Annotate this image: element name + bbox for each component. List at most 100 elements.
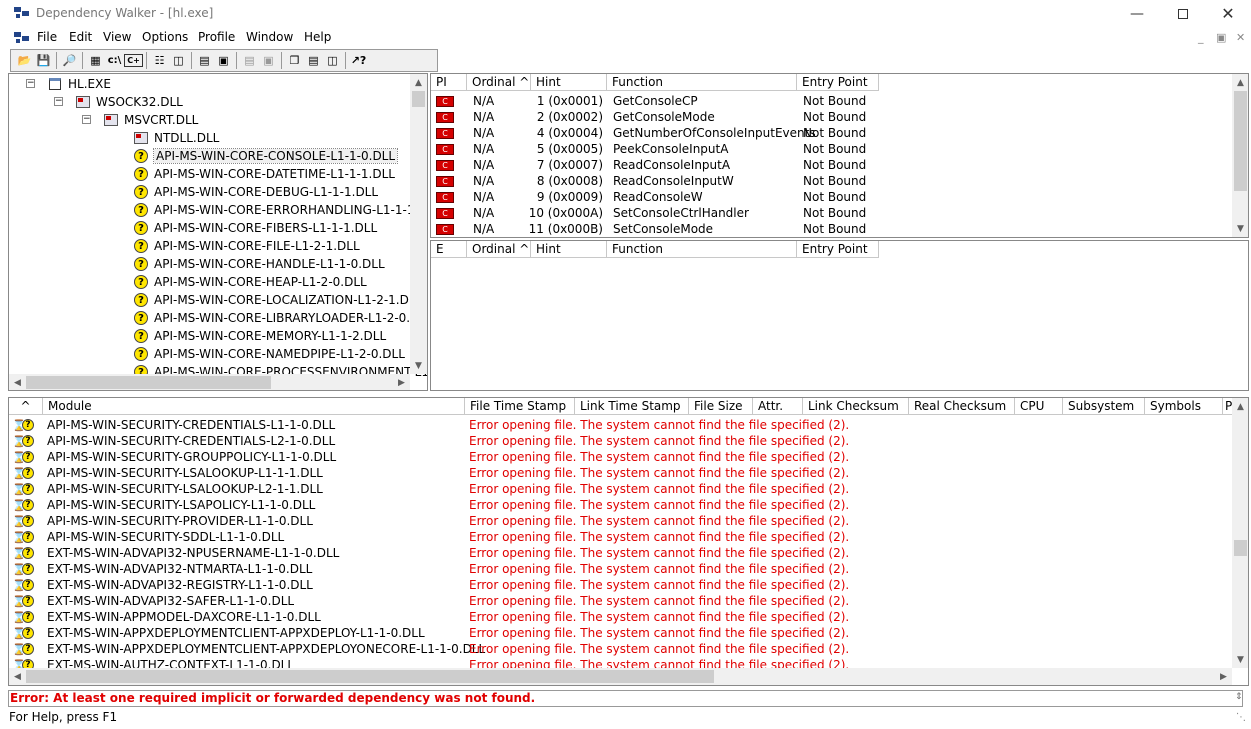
col-attr[interactable]: Attr. (753, 398, 803, 415)
tree-node[interactable]: ? API-MS-WIN-CORE-DEBUG-L1-1-1.DLL (133, 183, 378, 201)
parent-imports-list[interactable]: PI Ordinal ^ Hint Function Entry Point C… (430, 73, 1249, 238)
col-sort[interactable]: ^ (9, 398, 43, 415)
col-ordinal[interactable]: Ordinal ^ (467, 241, 531, 258)
col-entry-point[interactable]: Entry Point (797, 241, 879, 258)
module-name[interactable]: API-MS-WIN-SECURITY-SDDL-L1-1-0.DLL (47, 529, 284, 545)
col-subsystem[interactable]: Subsystem (1063, 398, 1145, 415)
import-cell-ordinal[interactable]: N/A (473, 221, 531, 237)
col-e[interactable]: E (431, 241, 467, 258)
module-name[interactable]: API-MS-WIN-SECURITY-CREDENTIALS-L2-1-0.D… (47, 433, 335, 449)
module-name[interactable]: API-MS-WIN-SECURITY-LSAPOLICY-L1-1-0.DLL (47, 497, 315, 513)
tree-vscroll[interactable]: ▲ ▼ (410, 74, 427, 374)
module-name[interactable]: API-MS-WIN-SECURITY-LSALOOKUP-L2-1-1.DLL (47, 481, 323, 497)
module-name[interactable]: EXT-MS-WIN-ADVAPI32-NPUSERNAME-L1-1-0.DL… (47, 545, 339, 561)
scroll-thumb[interactable] (26, 376, 271, 389)
import-cell-entry[interactable]: Not Bound (803, 157, 883, 173)
module-name[interactable]: EXT-MS-WIN-APPXDEPLOYMENTCLIENT-APPXDEPL… (47, 641, 485, 657)
tree-node[interactable]: ? API-MS-WIN-CORE-CONSOLE-L1-1-0.DLL (133, 147, 399, 165)
module-name[interactable]: EXT-MS-WIN-APPXDEPLOYMENTCLIENT-APPXDEPL… (47, 625, 425, 641)
import-cell-hint[interactable]: 2 (0x0002) (531, 109, 603, 125)
tree-node[interactable]: ? API-MS-WIN-CORE-HEAP-L1-2-0.DLL (133, 273, 367, 291)
collapse-icon[interactable]: − (82, 115, 91, 124)
exports-list[interactable]: E Ordinal ^ Hint Function Entry Point (430, 240, 1249, 391)
module-list[interactable]: ^ Module File Time Stamp Link Time Stamp… (8, 397, 1249, 686)
tree-node[interactable]: ? API-MS-WIN-CORE-MEMORY-L1-1-2.DLL (133, 327, 386, 345)
menu-file[interactable]: File (37, 30, 57, 44)
resize-grip-icon[interactable]: ⋱ (1236, 712, 1246, 723)
configure-icon[interactable]: ▣ (259, 52, 278, 69)
import-cell-hint[interactable]: 8 (0x0008) (531, 173, 603, 189)
import-cell-function[interactable]: SetConsoleMode (613, 221, 799, 237)
col-link-time-stamp[interactable]: Link Time Stamp (575, 398, 689, 415)
import-cell-ordinal[interactable]: N/A (473, 125, 531, 141)
import-cell-function[interactable]: PeekConsoleInputA (613, 141, 799, 157)
collapse-icon[interactable]: − (26, 79, 35, 88)
tree-node[interactable]: ? API-MS-WIN-CORE-FIBERS-L1-1-1.DLL (133, 219, 377, 237)
tree-node[interactable]: ? API-MS-WIN-CORE-FILE-L1-2-1.DLL (133, 237, 360, 255)
col-file-time-stamp[interactable]: File Time Stamp (465, 398, 575, 415)
tree-node[interactable]: ? API-MS-WIN-CORE-DATETIME-L1-1-1.DLL (133, 165, 395, 183)
modules-vscroll[interactable]: ▲ ▼ (1232, 398, 1248, 668)
import-cell-hint[interactable]: 11 (0x000B) (529, 221, 603, 237)
scroll-up-icon[interactable]: ▲ (1232, 398, 1248, 415)
import-cell-hint[interactable]: 9 (0x0009) (531, 189, 603, 205)
log-scroll-icon[interactable]: ⇕ (1235, 692, 1243, 702)
mdi-child-icon[interactable] (14, 32, 30, 44)
import-cell-entry[interactable]: Not Bound (803, 141, 883, 157)
col-link-checksum[interactable]: Link Checksum (803, 398, 909, 415)
tree-node[interactable]: − WSOCK32.DLL (54, 93, 183, 111)
import-cell-function[interactable]: ReadConsoleW (613, 189, 799, 205)
col-ordinal[interactable]: Ordinal ^ (467, 74, 531, 91)
module-name[interactable]: EXT-MS-WIN-APPMODEL-DAXCORE-L1-1-0.DLL (47, 609, 321, 625)
menu-profile[interactable]: Profile (198, 30, 235, 44)
tree-node[interactable]: − HL.EXE (26, 75, 111, 93)
scroll-thumb[interactable] (1234, 91, 1247, 191)
import-cell-entry[interactable]: Not Bound (803, 205, 883, 221)
full-paths-icon[interactable]: c:\ (105, 52, 124, 69)
import-cell-function[interactable]: SetConsoleCtrlHandler (613, 205, 799, 221)
col-file-size[interactable]: File Size (689, 398, 753, 415)
whats-this-icon[interactable]: ↗? (349, 52, 368, 69)
scroll-down-icon[interactable]: ▼ (1232, 651, 1248, 668)
import-cell-entry[interactable]: Not Bound (803, 189, 883, 205)
import-cell-function[interactable]: ReadConsoleInputA (613, 157, 799, 173)
mdi-minimize-icon[interactable]: _ (1198, 31, 1204, 44)
save-icon[interactable]: 💾 (34, 52, 53, 69)
maximize-button[interactable] (1160, 0, 1206, 27)
tree-node[interactable]: − MSVCRT.DLL (82, 111, 198, 129)
menu-help[interactable]: Help (304, 30, 331, 44)
col-function[interactable]: Function (607, 74, 797, 91)
find-icon[interactable]: 🔎 (60, 52, 79, 69)
scroll-left-icon[interactable]: ◀ (9, 668, 26, 685)
minimize-button[interactable]: — (1114, 0, 1160, 27)
import-cell-ordinal[interactable]: N/A (473, 93, 531, 109)
scroll-thumb[interactable] (412, 91, 425, 107)
import-cell-ordinal[interactable]: N/A (473, 189, 531, 205)
view-module-icon[interactable]: ▤ (240, 52, 259, 69)
tree-node[interactable]: ? API-MS-WIN-CORE-NAMEDPIPE-L1-2-0.DLL (133, 345, 405, 363)
col-entry-point[interactable]: Entry Point (797, 74, 879, 91)
auto-expand-icon[interactable]: ☷ (150, 52, 169, 69)
scroll-down-icon[interactable]: ▼ (410, 357, 427, 374)
import-cell-entry[interactable]: Not Bound (803, 125, 883, 141)
import-cell-ordinal[interactable]: N/A (473, 205, 531, 221)
tree-node[interactable]: ? API-MS-WIN-CORE-ERRORHANDLING-L1-1-1.DL… (133, 201, 427, 219)
scroll-up-icon[interactable]: ▲ (410, 74, 427, 91)
import-cell-hint[interactable]: 5 (0x0005) (531, 141, 603, 157)
col-hint[interactable]: Hint (531, 241, 607, 258)
copy-icon[interactable]: ▦ (86, 52, 105, 69)
properties-icon[interactable]: ▤ (195, 52, 214, 69)
tile-vertical-icon[interactable]: ◫ (323, 52, 342, 69)
import-cell-function[interactable]: GetConsoleMode (613, 109, 799, 125)
modules-hscroll[interactable]: ◀ ▶ (9, 668, 1232, 685)
col-pi[interactable]: PI (431, 74, 467, 91)
scroll-up-icon[interactable]: ▲ (1232, 74, 1248, 91)
tree-node[interactable]: NTDLL.DLL (133, 129, 219, 147)
module-name[interactable]: EXT-MS-WIN-ADVAPI32-REGISTRY-L1-1-0.DLL (47, 577, 313, 593)
mdi-close-icon[interactable]: ✕ (1236, 31, 1245, 44)
import-cell-ordinal[interactable]: N/A (473, 173, 531, 189)
module-name[interactable]: API-MS-WIN-SECURITY-LSALOOKUP-L1-1-1.DLL (47, 465, 323, 481)
mdi-restore-icon[interactable]: ▣ (1216, 31, 1226, 44)
scroll-right-icon[interactable]: ▶ (393, 374, 410, 390)
import-cell-entry[interactable]: Not Bound (803, 109, 883, 125)
